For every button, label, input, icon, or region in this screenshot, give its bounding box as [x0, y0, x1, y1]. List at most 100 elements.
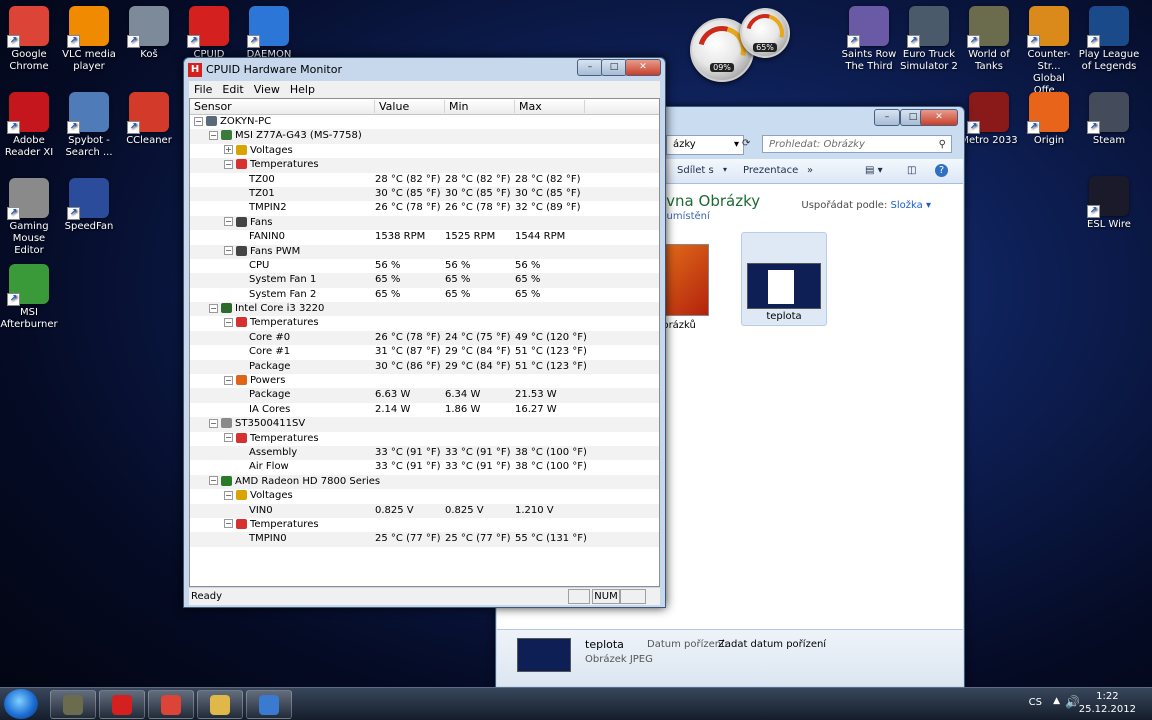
desktop-shortcut[interactable]: ↗ CPUID [178, 6, 240, 61]
sensor-row[interactable]: VIN0 0.825 V 0.825 V 1.210 V [190, 503, 659, 518]
sensor-group-row[interactable]: − Temperatures [190, 316, 659, 330]
desktop-shortcut[interactable]: ↗ MSI Afterburner [0, 264, 60, 331]
taskbar-app-button[interactable] [197, 690, 243, 719]
collapse-icon[interactable]: − [224, 317, 233, 327]
desktop-shortcut[interactable]: ↗ Google Chrome [0, 6, 60, 73]
hwm-maximize-button[interactable]: □ [601, 59, 627, 76]
more-button[interactable]: » [807, 165, 813, 176]
sensor-row[interactable]: Air Flow 33 °C (91 °F) 33 °C (91 °F) 38 °C … [190, 460, 659, 474]
taskbar-app-button[interactable] [99, 690, 145, 719]
explorer-close-button[interactable]: ✕ [920, 109, 958, 126]
desktop-shortcut[interactable]: ↗ DAEMON [238, 6, 300, 61]
menu-edit[interactable]: Edit [217, 81, 248, 98]
collapse-icon[interactable]: − [209, 418, 218, 428]
hwm-minimize-button[interactable]: – [577, 59, 603, 76]
sensor-group-row[interactable]: − ST3500411SV [190, 417, 659, 432]
sensor-row[interactable]: CPU 56 % 56 % 56 % [190, 259, 659, 273]
sensor-row[interactable]: System Fan 1 65 % 65 % 65 % [190, 273, 659, 288]
sensor-group-row[interactable]: − Temperatures [190, 158, 659, 173]
clock[interactable]: 1:22 25.12.2012 [1079, 690, 1136, 716]
refresh-icon[interactable]: ⟳ [742, 138, 750, 149]
sensor-group-row[interactable]: − Fans [190, 215, 659, 231]
sensor-row[interactable]: TZ00 28 °C (82 °F) 28 °C (82 °F) 28 °C (82 … [190, 173, 659, 187]
address-bar[interactable]: ázky ▾ [666, 135, 744, 155]
taskbar-app-button[interactable] [50, 690, 96, 719]
sensor-group-row[interactable]: − ZOKYN-PC [190, 115, 659, 129]
sensor-row[interactable]: Package 6.63 W 6.34 W 21.53 W [190, 388, 659, 403]
taskbar-app-button[interactable] [148, 690, 194, 719]
language-indicator[interactable]: CS [1029, 697, 1042, 708]
column-min[interactable]: Min [445, 100, 515, 113]
sensor-row[interactable]: Core #0 26 °C (78 °F) 24 °C (75 °F) 49 °C (… [190, 330, 659, 346]
sensor-row[interactable]: Core #1 31 °C (87 °F) 29 °C (84 °F) 51 °C (… [190, 345, 659, 359]
desktop-shortcut[interactable]: ↗ CCleaner [118, 92, 180, 147]
sensor-group-row[interactable]: + Voltages [190, 144, 659, 158]
taskbar-app-button[interactable] [246, 690, 292, 719]
menu-view[interactable]: View [249, 81, 285, 98]
desktop-shortcut[interactable]: ↗ VLC media player [58, 6, 120, 73]
start-button[interactable] [4, 689, 38, 719]
sensor-tree[interactable]: Sensor Value Min Max − ZOKYN-PC − MSI Z77A-… [189, 98, 660, 587]
ram-gauge-gadget[interactable]: 65% [739, 7, 791, 59]
sensor-group-row[interactable]: − Temperatures [190, 432, 659, 446]
sensor-group-row[interactable]: − Voltages [190, 489, 659, 503]
collapse-icon[interactable]: − [209, 130, 218, 140]
share-with-button[interactable]: Sdílet s [677, 165, 714, 176]
desktop-shortcut[interactable]: ↗ Euro Truck Simulator 2 [898, 6, 960, 73]
desktop-shortcut[interactable]: ↗ Counter-Str... Global Offe... [1018, 6, 1080, 97]
desktop-shortcut[interactable]: ↗ ESL Wire [1078, 176, 1140, 231]
collapse-icon[interactable]: − [224, 246, 233, 256]
sensor-group-row[interactable]: − Temperatures [190, 518, 659, 532]
search-input[interactable]: Prohledat: Obrázky ⚲ [762, 135, 952, 153]
sensor-row[interactable]: Assembly 33 °C (91 °F) 33 °C (91 °F) 38 °C … [190, 445, 659, 461]
desktop-shortcut[interactable]: ↗ Play League of Legends [1078, 6, 1140, 73]
collapse-icon[interactable]: − [209, 476, 218, 486]
column-sensor[interactable]: Sensor [190, 100, 375, 113]
expand-icon[interactable]: + [224, 145, 233, 155]
sensor-row[interactable]: TMPIN2 26 °C (78 °F) 26 °C (78 °F) 32 °C (8… [190, 201, 659, 215]
details-date-value[interactable]: Zadat datum pořízení [718, 639, 826, 650]
hwmonitor-window[interactable]: H CPUID Hardware Monitor – □ ✕ File Edit Vi… [183, 57, 666, 608]
desktop-shortcut[interactable]: ↗ Saints Row The Third [838, 6, 900, 73]
desktop-shortcut[interactable]: ↗ Metro 2033 [958, 92, 1020, 147]
collapse-icon[interactable]: − [209, 303, 218, 313]
desktop-shortcut[interactable]: ↗ Steam [1078, 92, 1140, 147]
sensor-group-row[interactable]: − Powers [190, 374, 659, 388]
sensor-row[interactable]: IA Cores 2.14 W 1.86 W 16.27 W [190, 403, 659, 417]
desktop-shortcut[interactable]: ↗ World of Tanks [958, 6, 1020, 73]
sensor-row[interactable]: System Fan 2 65 % 65 % 65 % [190, 288, 659, 302]
collapse-icon[interactable]: − [224, 217, 233, 227]
column-max[interactable]: Max [515, 100, 585, 113]
desktop-shortcut[interactable]: ↗ SpeedFan [58, 178, 120, 233]
desktop-shortcut[interactable]: ↗ Origin [1018, 92, 1080, 147]
sensor-group-row[interactable]: − Fans PWM [190, 244, 659, 259]
preview-pane-icon[interactable]: ◫ [907, 165, 916, 176]
collapse-icon[interactable]: − [224, 490, 233, 500]
menu-help[interactable]: Help [285, 81, 320, 98]
desktop-shortcut[interactable]: ↗ Gaming Mouse Editor [0, 178, 60, 257]
collapse-icon[interactable]: − [224, 159, 233, 169]
slideshow-button[interactable]: Prezentace [743, 165, 798, 176]
explorer-minimize-button[interactable]: – [874, 109, 900, 126]
tray-expand-icon[interactable]: ▲ [1053, 696, 1060, 706]
desktop-shortcut[interactable]: ↗ Koš [118, 6, 180, 61]
sensor-row[interactable]: TZ01 30 °C (85 °F) 30 °C (85 °F) 30 °C (85 … [190, 186, 659, 202]
help-icon[interactable]: ? [935, 164, 948, 177]
collapse-icon[interactable]: − [224, 375, 233, 385]
view-options-icon[interactable]: ▤ ▾ [865, 165, 883, 176]
collapse-icon[interactable]: − [194, 116, 203, 126]
sensor-row[interactable]: TMPIN0 25 °C (77 °F) 25 °C (77 °F) 55 °C (1… [190, 532, 659, 547]
menu-file[interactable]: File [189, 81, 217, 98]
collapse-icon[interactable]: − [224, 433, 233, 443]
sensor-row[interactable]: FANIN0 1538 RPM 1525 RPM 1544 RPM [190, 230, 659, 244]
sensor-group-row[interactable]: − Intel Core i3 3220 [190, 302, 659, 317]
desktop-shortcut[interactable]: ↗ Adobe Reader XI [0, 92, 60, 159]
collapse-icon[interactable]: − [224, 519, 233, 529]
column-value[interactable]: Value [375, 100, 445, 113]
desktop-shortcut[interactable]: ↗ Spybot - Search ... [58, 92, 120, 159]
sensor-group-row[interactable]: − MSI Z77A-G43 (MS-7758) [190, 129, 659, 144]
hwm-close-button[interactable]: ✕ [625, 59, 661, 76]
sensor-group-row[interactable]: − AMD Radeon HD 7800 Series [190, 474, 659, 490]
arrange-value[interactable]: Složka [891, 200, 923, 211]
image-item-teplota[interactable]: teplota [741, 232, 827, 326]
